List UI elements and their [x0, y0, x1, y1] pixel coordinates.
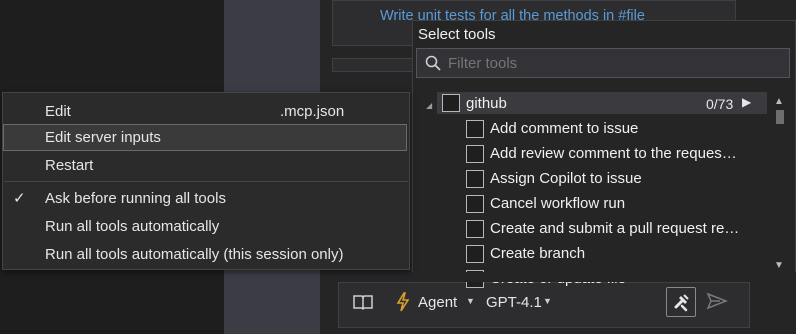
panel-clip: [412, 272, 796, 282]
menu-item-ask-before-running[interactable]: ✓ Ask before running all tools: [3, 185, 407, 212]
group-name: github: [466, 95, 507, 112]
menu-item-label: Ask before running all tools: [45, 190, 226, 207]
tool-label: Cancel workflow run: [490, 195, 626, 212]
book-icon[interactable]: [352, 292, 374, 312]
tool-checkbox[interactable]: [466, 120, 484, 138]
scrollbar-thumb[interactable]: [776, 110, 784, 124]
chat-strip: [332, 58, 416, 72]
filter-tools-input[interactable]: [448, 53, 768, 73]
menu-item-label: Run all tools automatically: [45, 218, 220, 235]
tool-label: Create and submit a pull request re…: [490, 220, 740, 237]
menu-item-label: Restart: [45, 157, 94, 174]
menu-item-run-automatically-session[interactable]: Run all tools automatically (this sessio…: [3, 241, 407, 268]
tool-item[interactable]: Cancel workflow run: [466, 192, 762, 216]
tool-label: Assign Copilot to issue: [490, 170, 642, 187]
menu-item-edit-server-inputs[interactable]: Edit server inputs: [3, 124, 407, 151]
mode-selector[interactable]: Agent: [418, 294, 457, 311]
search-icon: [425, 55, 441, 71]
scroll-up-icon[interactable]: ▲: [774, 96, 784, 107]
tool-checkbox[interactable]: [466, 245, 484, 263]
tool-label: Create branch: [490, 245, 586, 262]
play-icon[interactable]: ▶: [742, 95, 751, 109]
menu-item-edit[interactable]: Edit .mcp.json: [3, 98, 407, 125]
tool-label: Add comment to issue: [490, 120, 639, 137]
menu-item-label: Edit: [45, 103, 71, 120]
tool-checkbox[interactable]: [466, 220, 484, 238]
group-checkbox[interactable]: [442, 94, 460, 112]
panel-title: Select tools: [418, 26, 496, 43]
tool-item[interactable]: Create and submit a pull request re…: [466, 217, 762, 241]
tools-button[interactable]: [666, 287, 696, 317]
menu-item-file: .mcp.json: [280, 103, 345, 120]
tool-item[interactable]: Add comment to issue: [466, 117, 762, 141]
expand-caret-icon[interactable]: ◢: [426, 101, 432, 110]
menu-item-run-automatically[interactable]: Run all tools automatically: [3, 213, 407, 240]
chevron-down-icon[interactable]: ▼: [466, 296, 475, 306]
group-count: 0/73: [706, 96, 734, 112]
menu-item-restart[interactable]: Restart: [3, 152, 407, 179]
model-selector[interactable]: GPT-4.1: [486, 294, 542, 311]
tool-item[interactable]: Assign Copilot to issue: [466, 167, 762, 191]
menu-item-label: Edit server inputs: [45, 129, 161, 146]
menu-separator: [4, 181, 408, 182]
bolt-icon: [396, 292, 410, 312]
tool-checkbox[interactable]: [466, 195, 484, 213]
menu-item-label: Run all tools automatically (this sessio…: [45, 246, 344, 263]
tool-item[interactable]: Create branch: [466, 242, 762, 266]
tool-checkbox[interactable]: [466, 170, 484, 188]
scroll-down-icon[interactable]: ▼: [774, 260, 784, 271]
check-icon: ✓: [13, 190, 26, 207]
tool-item[interactable]: Add review comment to the reques…: [466, 142, 762, 166]
tool-label: Add review comment to the reques…: [490, 145, 737, 162]
chevron-down-icon[interactable]: ▼: [543, 296, 552, 306]
tool-checkbox[interactable]: [466, 145, 484, 163]
tools-icon: [674, 294, 689, 312]
send-icon[interactable]: [706, 291, 728, 311]
